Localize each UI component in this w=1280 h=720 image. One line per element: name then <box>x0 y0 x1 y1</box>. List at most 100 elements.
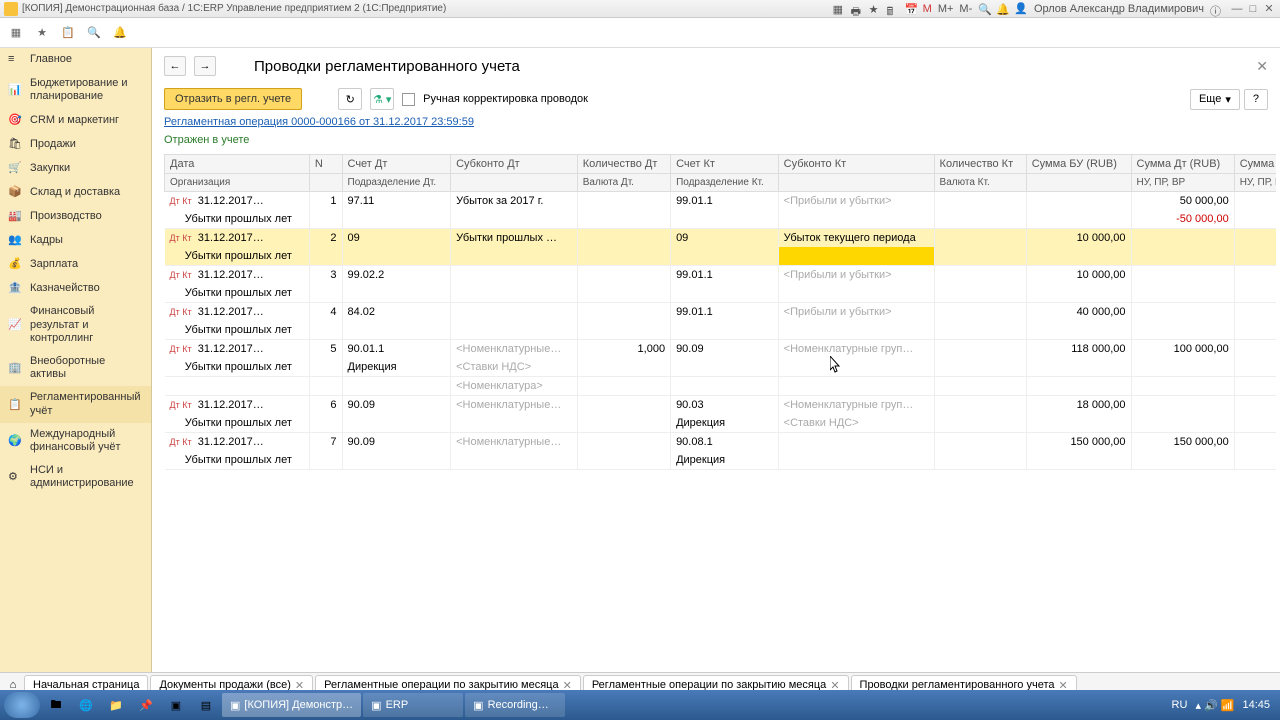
sidebar-item-14[interactable]: ⚙НСИ иадминистрирование <box>0 459 151 495</box>
sidebar-item-13[interactable]: 🌍Международныйфинансовый учёт <box>0 423 151 459</box>
table-row[interactable]: Дт Кт 31.12.2017…790.09<Номенклатурные…9… <box>165 433 1277 452</box>
calendar-icon[interactable]: 📅 <box>905 3 917 15</box>
grid-header[interactable]: N <box>309 155 342 174</box>
grid-header[interactable]: Сумма БУ (RUB) <box>1026 155 1131 174</box>
grid-header[interactable]: Сумма Кт (RUB) <box>1234 155 1276 174</box>
table-row[interactable]: Дт Кт 31.12.2017…399.02.299.01.1<Прибыли… <box>165 266 1277 285</box>
taskbar-label: Recording… <box>488 699 549 711</box>
grid-header[interactable]: Субконто Дт <box>451 155 578 174</box>
explorer-icon[interactable]: 🖿 <box>42 693 70 717</box>
grid-area[interactable]: ДатаNСчет ДтСубконто ДтКоличество ДтСчет… <box>164 154 1276 672</box>
table-subrow[interactable]: Убытки прошлых лет <box>165 284 1277 303</box>
tray-icons[interactable]: ▴ 🔊 📶 <box>1195 699 1234 712</box>
sidebar-item-3[interactable]: 🛍Продажи <box>0 132 151 156</box>
grid-subheader[interactable] <box>309 174 342 192</box>
table-subrow[interactable]: <Номенклатура> <box>165 377 1277 396</box>
grid-subheader[interactable] <box>778 174 934 192</box>
print-icon[interactable]: 🖶 <box>851 3 863 15</box>
app2-icon[interactable]: ▤ <box>192 693 220 717</box>
table-subrow[interactable]: Убытки прошлых лет <box>165 247 1277 266</box>
back-button[interactable]: ← <box>164 56 186 76</box>
m-plus-icon[interactable]: M+ <box>938 3 954 15</box>
grid-header[interactable]: Субконто Кт <box>778 155 934 174</box>
start-button[interactable] <box>4 692 40 718</box>
clipboard-icon[interactable]: 📋 <box>60 25 76 41</box>
more-button[interactable]: Еще ▾ <box>1190 89 1240 110</box>
search-toolbar-icon[interactable]: 🔍 <box>86 25 102 41</box>
app1-icon[interactable]: ▣ <box>162 693 190 717</box>
maximize-button[interactable]: □ <box>1246 2 1260 16</box>
sidebar-item-12[interactable]: 📋Регламентированный учёт <box>0 386 151 422</box>
sidebar-item-8[interactable]: 💰Зарплата <box>0 252 151 276</box>
table-row[interactable]: Дт Кт 31.12.2017…690.09<Номенклатурные…9… <box>165 396 1277 415</box>
table-row[interactable]: Дт Кт 31.12.2017…197.11Убыток за 2017 г.… <box>165 192 1277 211</box>
pin-icon[interactable]: 📌 <box>132 693 160 717</box>
grid-subheader[interactable]: Организация <box>165 174 310 192</box>
table-subrow[interactable]: Убытки прошлых летДирекция <box>165 451 1277 470</box>
sidebar-item-10[interactable]: 📈Финансовый результат иконтроллинг <box>0 300 151 350</box>
reflect-button[interactable]: Отразить в регл. учете <box>164 88 302 110</box>
taskbar-item[interactable]: ▣ERP <box>363 693 463 717</box>
grid-subheader[interactable]: НУ, ПР, ВР <box>1234 174 1276 192</box>
table-subrow[interactable]: Убытки прошлых лет <box>165 321 1277 340</box>
close-button[interactable]: ✕ <box>1262 2 1276 16</box>
grid-subheader[interactable]: Валюта Кт. <box>934 174 1026 192</box>
table-row[interactable]: Дт Кт 31.12.2017…590.01.1<Номенклатурные… <box>165 340 1277 359</box>
operation-link[interactable]: Регламентная операция 0000-000166 от 31.… <box>164 116 474 128</box>
table-row[interactable]: Дт Кт 31.12.2017…209Убытки прошлых …09Уб… <box>165 229 1277 248</box>
page-close-icon[interactable]: ✕ <box>1256 58 1268 75</box>
grid-icon[interactable]: ▦ <box>833 3 845 15</box>
star-icon[interactable]: ★ <box>869 3 881 15</box>
m-minus-icon[interactable]: M- <box>959 3 972 15</box>
grid-subheader[interactable]: Подразделение Кт. <box>671 174 779 192</box>
table-row[interactable]: Дт Кт 31.12.2017…484.0299.01.1<Прибыли и… <box>165 303 1277 322</box>
taskbar-item[interactable]: ▣[КОПИЯ] Демонстр… <box>222 693 361 717</box>
apps-icon[interactable]: ▦ <box>8 25 24 41</box>
user-name[interactable]: Орлов Александр Владимирович <box>1034 3 1204 15</box>
grid-header[interactable]: Количество Дт <box>577 155 670 174</box>
sidebar-item-11[interactable]: 🏢Внеоборотные активы <box>0 350 151 386</box>
table-subrow[interactable]: Убытки прошлых летДирекция<Ставки НДС> <box>165 414 1277 433</box>
sidebar-item-5[interactable]: 📦Склад и доставка <box>0 180 151 204</box>
notifications-icon[interactable]: 🔔 <box>112 25 128 41</box>
sidebar-item-label: Производство <box>30 210 102 223</box>
bell-icon[interactable]: 🔔 <box>996 3 1008 15</box>
sidebar-item-2[interactable]: 🎯CRM и маркетинг <box>0 108 151 132</box>
chrome-icon[interactable]: 🌐 <box>72 693 100 717</box>
help-button[interactable]: ? <box>1244 89 1268 110</box>
grid-subheader[interactable]: Валюта Дт. <box>577 174 670 192</box>
grid-subheader[interactable] <box>1026 174 1131 192</box>
table-subrow[interactable]: Убытки прошлых летДирекция<Ставки НДС> <box>165 358 1277 377</box>
clock[interactable]: 14:45 <box>1242 699 1270 711</box>
grid-header[interactable]: Дата <box>165 155 310 174</box>
grid-header[interactable]: Счет Кт <box>671 155 779 174</box>
search-icon[interactable]: 🔍 <box>978 3 990 15</box>
sidebar-item-1[interactable]: 📊Бюджетирование ипланирование <box>0 72 151 108</box>
grid-header[interactable]: Сумма Дт (RUB) <box>1131 155 1234 174</box>
lang-indicator[interactable]: RU <box>1172 699 1188 711</box>
grid-subheader[interactable]: НУ, ПР, ВР <box>1131 174 1234 192</box>
minimize-button[interactable]: — <box>1230 2 1244 16</box>
sidebar-item-4[interactable]: 🛒Закупки <box>0 156 151 180</box>
sidebar-item-6[interactable]: 🏭Производство <box>0 204 151 228</box>
info-icon[interactable]: ⓘ <box>1210 3 1222 15</box>
refresh-button[interactable]: ↻ <box>338 88 362 110</box>
entries-grid[interactable]: ДатаNСчет ДтСубконто ДтКоличество ДтСчет… <box>164 154 1276 470</box>
manual-correction-checkbox[interactable] <box>402 93 415 106</box>
forward-button[interactable]: → <box>194 56 216 76</box>
filter-button[interactable]: ⚗ ▾ <box>370 88 394 110</box>
sidebar-item-7[interactable]: 👥Кадры <box>0 228 151 252</box>
calc-icon[interactable]: 🖩 <box>887 3 899 15</box>
grid-header[interactable]: Счет Дт <box>342 155 451 174</box>
folder-icon[interactable]: 📁 <box>102 693 130 717</box>
grid-header[interactable]: Количество Кт <box>934 155 1026 174</box>
favorite-icon[interactable]: ★ <box>34 25 50 41</box>
m-icon[interactable]: M <box>923 3 932 15</box>
taskbar-item[interactable]: ▣Recording… <box>465 693 565 717</box>
sidebar-item-0[interactable]: ≡Главное <box>0 48 151 72</box>
sidebar-item-9[interactable]: 🏦Казначейство <box>0 276 151 300</box>
home-tab-icon[interactable]: ⌂ <box>4 679 22 691</box>
grid-subheader[interactable] <box>451 174 578 192</box>
table-subrow[interactable]: Убытки прошлых лет-50 000,00-50 000,00 <box>165 210 1277 229</box>
grid-subheader[interactable]: Подразделение Дт. <box>342 174 451 192</box>
